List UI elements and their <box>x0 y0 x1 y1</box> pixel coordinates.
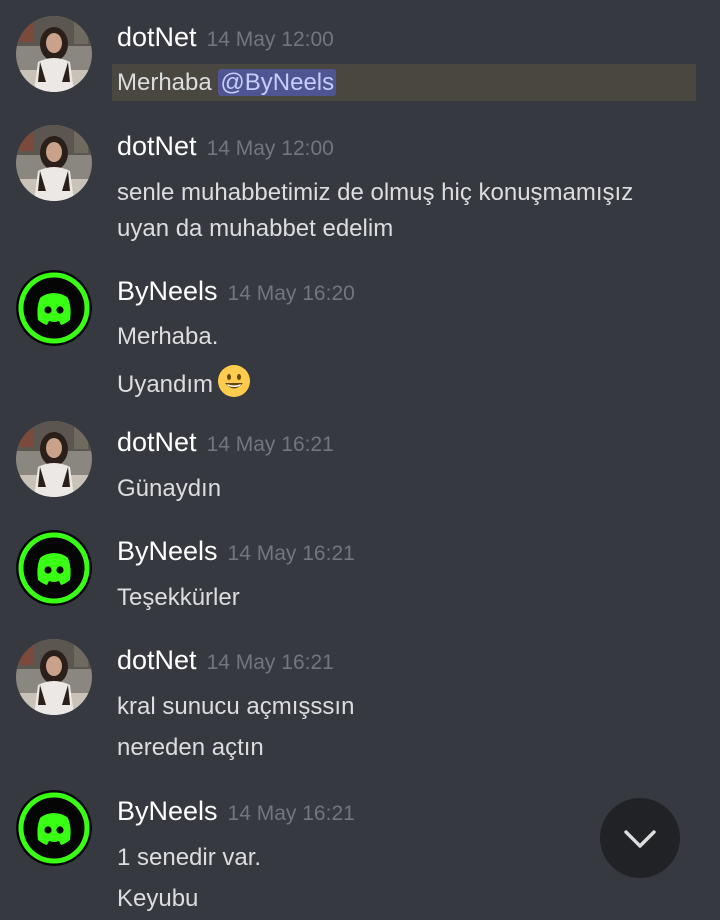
scroll-to-bottom-button[interactable] <box>600 798 680 878</box>
username[interactable]: dotNet <box>117 22 197 52</box>
message-text-prefix: Merhaba <box>117 69 219 96</box>
timestamp: 14 May 16:21 <box>227 542 355 565</box>
username[interactable]: dotNet <box>117 645 197 675</box>
woman-photo-avatar[interactable] <box>16 125 92 201</box>
message-text: senle muhabbetimiz de olmuş hiç konuşmam… <box>117 179 634 206</box>
username[interactable]: ByNeels <box>117 536 218 566</box>
message-text: nereden açtın <box>117 734 264 761</box>
timestamp: 14 May 12:00 <box>206 28 334 51</box>
username[interactable]: dotNet <box>117 131 197 161</box>
woman-photo-avatar[interactable] <box>16 639 92 715</box>
username[interactable]: dotNet <box>117 427 197 457</box>
message-header: dotNet 14 May 12:00 <box>117 131 334 162</box>
message-header: dotNet 14 May 12:00 <box>117 22 334 53</box>
discord-logo-avatar[interactable] <box>16 530 92 606</box>
message-text: 1 senedir var. <box>117 844 262 871</box>
timestamp: 14 May 12:00 <box>206 137 334 160</box>
message-header: ByNeels 14 May 16:20 <box>117 276 355 307</box>
timestamp: 14 May 16:21 <box>206 651 334 674</box>
discord-logo-avatar[interactable] <box>16 790 92 866</box>
message-text: Günaydın <box>117 475 222 502</box>
message-header: ByNeels 14 May 16:21 <box>117 796 355 827</box>
message-text: Merhaba. <box>117 323 219 350</box>
discord-logo-avatar[interactable] <box>16 270 92 346</box>
chevron-down-icon <box>624 830 656 848</box>
message-header: ByNeels 14 May 16:21 <box>117 536 355 567</box>
timestamp: 14 May 16:20 <box>227 282 355 305</box>
username[interactable]: ByNeels <box>117 276 218 306</box>
timestamp: 14 May 16:21 <box>206 433 334 456</box>
message-text-content: Uyandım <box>117 371 214 398</box>
message-text: Keyubu <box>117 885 199 912</box>
message-list: dotNet 14 May 12:00 Merhaba @ByNeels dotN… <box>0 0 720 920</box>
woman-photo-avatar[interactable] <box>16 421 92 497</box>
message-text: Uyandım <box>117 364 251 406</box>
mention-highlight-row: Merhaba @ByNeels <box>112 64 696 101</box>
message-text: uyan da muhabbet edelim <box>117 215 394 242</box>
message-header: dotNet 14 May 16:21 <box>117 645 334 676</box>
grinning-face-emoji <box>217 364 251 406</box>
message-text: Teşekkürler <box>117 584 240 611</box>
username[interactable]: ByNeels <box>117 796 218 826</box>
user-mention[interactable]: @ByNeels <box>218 69 337 96</box>
woman-photo-avatar[interactable] <box>16 16 92 92</box>
timestamp: 14 May 16:21 <box>227 802 355 825</box>
message-text: kral sunucu açmışssın <box>117 693 355 720</box>
message-header: dotNet 14 May 16:21 <box>117 427 334 458</box>
message-text: Merhaba @ByNeels <box>117 68 337 98</box>
